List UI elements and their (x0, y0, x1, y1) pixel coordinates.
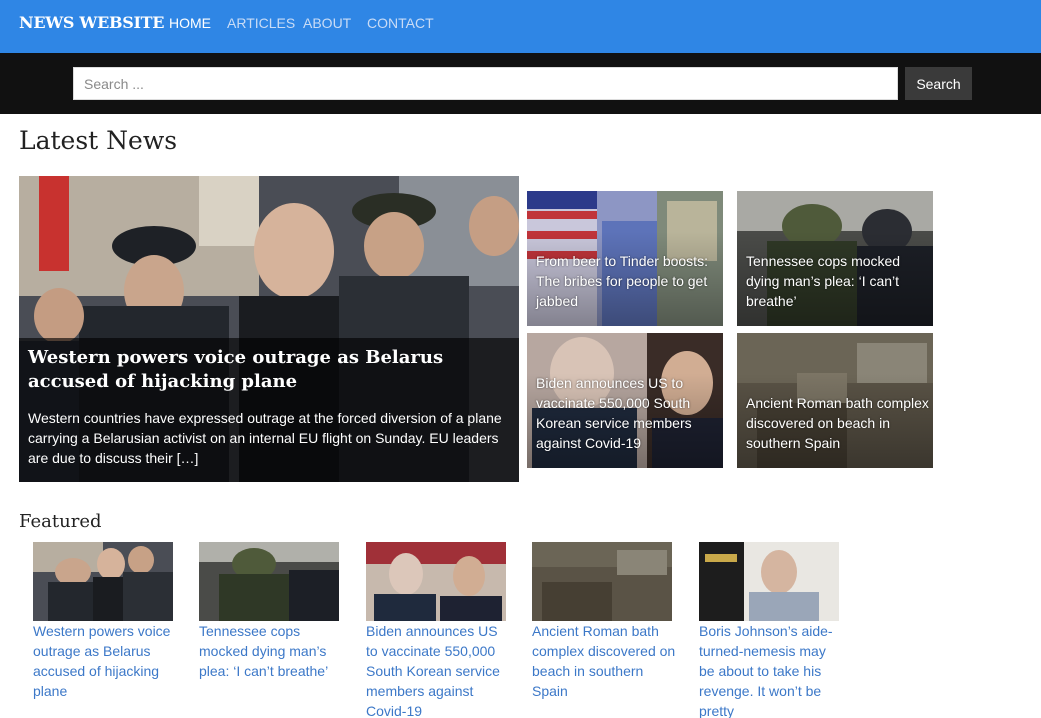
news-tile-bribes[interactable]: From beer to Tinder boosts: The bribes f… (527, 191, 723, 326)
hero-title[interactable]: Western powers voice outrage as Belarus … (28, 346, 518, 394)
search-bar: Search (0, 53, 1041, 114)
tile-title[interactable]: Tennessee cops mocked dying man’s plea: … (746, 251, 933, 311)
featured-thumbnail[interactable] (199, 542, 339, 621)
nav-link-contact[interactable]: CONTACT (367, 15, 434, 31)
featured-thumbnail[interactable] (366, 542, 506, 621)
search-input[interactable] (73, 67, 898, 100)
news-tile-roman-bath[interactable]: Ancient Roman bath complex discovered on… (737, 333, 933, 468)
featured-title[interactable]: Tennessee cops mocked dying man’s plea: … (199, 621, 344, 681)
featured-title[interactable]: Western powers voice outrage as Belarus … (33, 621, 178, 701)
hero-article[interactable]: Western powers voice outrage as Belarus … (19, 176, 519, 482)
featured-thumbnail[interactable] (699, 542, 839, 621)
nav-link-home[interactable]: HOME (169, 15, 211, 31)
news-tile-tennessee[interactable]: Tennessee cops mocked dying man’s plea: … (737, 191, 933, 326)
tile-title[interactable]: From beer to Tinder boosts: The bribes f… (536, 251, 723, 311)
site-logo[interactable]: NEWS WEBSITE (19, 13, 164, 32)
tile-title[interactable]: Ancient Roman bath complex discovered on… (746, 393, 933, 453)
featured-thumbnail[interactable] (33, 542, 173, 621)
top-navbar: NEWS WEBSITE HOME ARTICLES ABOUT CONTACT (0, 0, 1041, 53)
featured-title[interactable]: Boris Johnson’s aide-turned-nemesis may … (699, 621, 844, 718)
tile-title[interactable]: Biden announces US to vaccinate 550,000 … (536, 373, 723, 453)
nav-link-about[interactable]: ABOUT (303, 15, 351, 31)
featured-title[interactable]: Biden announces US to vaccinate 550,000 … (366, 621, 511, 718)
hero-excerpt: Western countries have expressed outrage… (28, 410, 502, 466)
search-button[interactable]: Search (905, 67, 972, 100)
news-tile-biden[interactable]: Biden announces US to vaccinate 550,000 … (527, 333, 723, 468)
featured-heading: Featured (19, 511, 102, 532)
featured-thumbnail[interactable] (532, 542, 672, 621)
latest-news-heading: Latest News (19, 126, 178, 155)
nav-link-articles[interactable]: ARTICLES (227, 15, 295, 31)
featured-title[interactable]: Ancient Roman bath complex discovered on… (532, 621, 677, 701)
